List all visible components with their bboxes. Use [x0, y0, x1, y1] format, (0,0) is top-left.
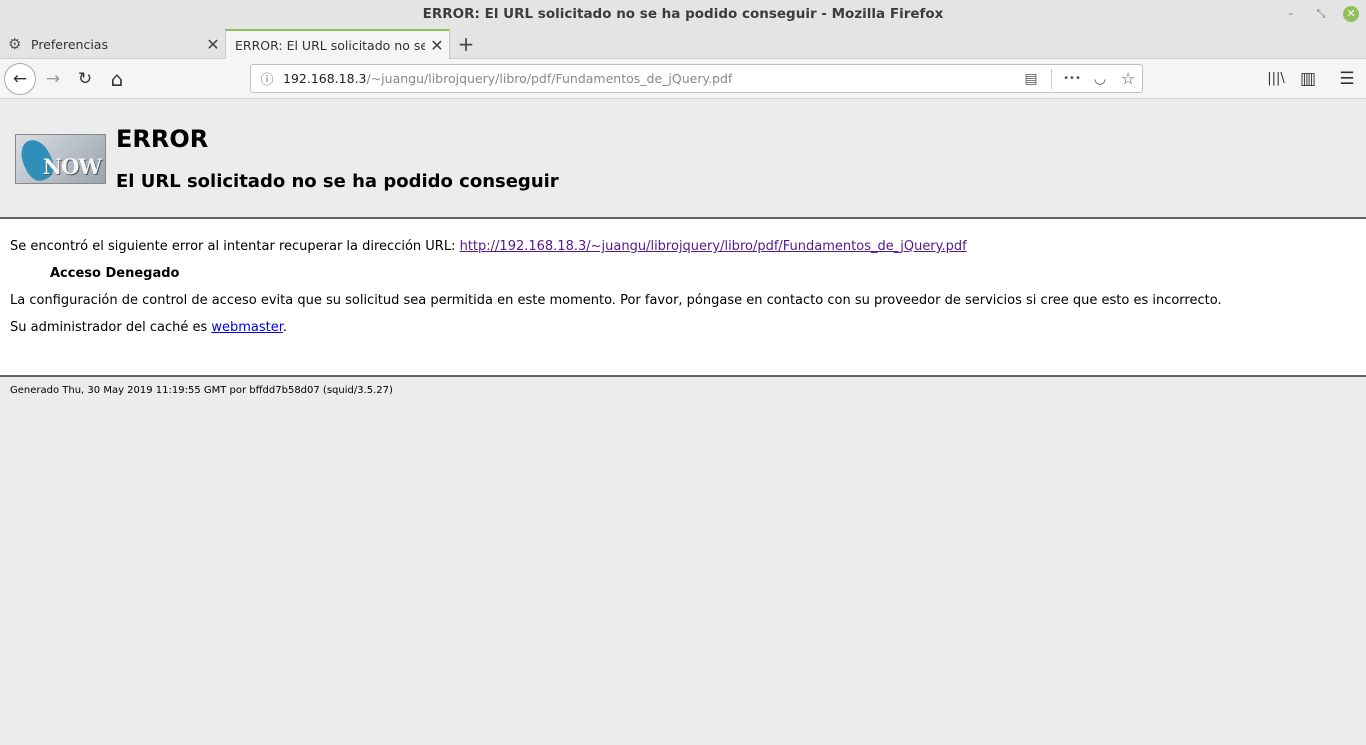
admin-paragraph: Su administrador del caché es webmaster. — [10, 320, 1356, 335]
window-close-button[interactable]: ✕ — [1343, 6, 1359, 22]
navigation-toolbar: ← → ↻ ⌂ ⓘ 192.168.18.3 /~juangu/librojqu… — [0, 59, 1366, 99]
access-denied-label: Acceso Denegado — [50, 266, 180, 281]
page-subtitle: El URL solicitado no se ha podido conseg… — [116, 171, 559, 192]
back-button[interactable]: ← — [4, 63, 36, 95]
new-tab-button[interactable]: + — [454, 31, 478, 57]
sidebar-icon[interactable]: ▥ — [1293, 64, 1323, 94]
page-content: NOW ERROR El URL solicitado no se ha pod… — [0, 99, 1366, 744]
minimize-button[interactable]: – — [1283, 6, 1299, 22]
home-button[interactable]: ⌂ — [102, 64, 132, 94]
error-intro-paragraph: Se encontró el siguiente error al intent… — [10, 239, 1356, 254]
address-bar[interactable]: ⓘ 192.168.18.3 /~juangu/librojquery/libr… — [250, 64, 1143, 93]
webmaster-link[interactable]: webmaster — [211, 320, 283, 335]
admin-intro-text: Su administrador del caché es — [10, 320, 212, 335]
url-host: 192.168.18.3 — [283, 71, 367, 86]
tab-label: Preferencias — [31, 36, 108, 52]
restore-button[interactable]: ⤡ — [1313, 6, 1329, 22]
forward-button[interactable]: → — [38, 64, 68, 94]
logo-text: NOW — [42, 154, 102, 179]
gear-icon: ⚙ — [8, 35, 22, 53]
pocket-icon[interactable]: ◡ — [1086, 71, 1114, 87]
close-tab-icon[interactable]: ✕ — [201, 35, 225, 54]
explanation-text: La configuración de control de acceso ev… — [10, 293, 1222, 308]
url-path: /~juangu/librojquery/libro/pdf/Fundament… — [366, 71, 733, 86]
menu-icon[interactable]: ☰ — [1332, 64, 1362, 94]
window-titlebar: ERROR: El URL solicitado no se ha podido… — [0, 0, 1366, 29]
site-info-icon[interactable]: ⓘ — [251, 69, 283, 88]
reload-button[interactable]: ↻ — [70, 64, 100, 94]
bookmark-star-icon[interactable]: ☆ — [1114, 69, 1142, 88]
error-header: NOW ERROR El URL solicitado no se ha pod… — [0, 99, 1366, 219]
divider — [1051, 68, 1052, 89]
close-tab-icon[interactable]: ✕ — [425, 36, 449, 55]
error-intro-text: Se encontró el siguiente error al intent… — [10, 239, 460, 254]
reader-view-icon[interactable]: ▤ — [1017, 71, 1045, 87]
tab-strip: ⚙ Preferencias ✕ ERROR: El URL solicitad… — [0, 29, 1366, 60]
admin-end-text: . — [282, 320, 288, 335]
squid-logo: NOW — [15, 134, 106, 184]
tab-error[interactable]: ERROR: El URL solicitado no se ha ✕ — [225, 29, 450, 60]
generated-footer: Generado Thu, 30 May 2019 11:19:55 GMT p… — [0, 375, 1366, 404]
tab-label: ERROR: El URL solicitado no se ha — [235, 38, 425, 53]
window-title: ERROR: El URL solicitado no se ha podido… — [422, 6, 944, 22]
error-body: Se encontró el siguiente error al intent… — [0, 219, 1366, 375]
error-url-link[interactable]: http://192.168.18.3/~juangu/librojquery/… — [460, 239, 967, 254]
tab-preferencias[interactable]: ⚙ Preferencias ✕ — [0, 29, 225, 59]
page-title: ERROR — [116, 125, 209, 153]
more-actions-icon[interactable]: ••• — [1058, 73, 1086, 84]
library-icon[interactable]: |||\ — [1261, 64, 1291, 94]
